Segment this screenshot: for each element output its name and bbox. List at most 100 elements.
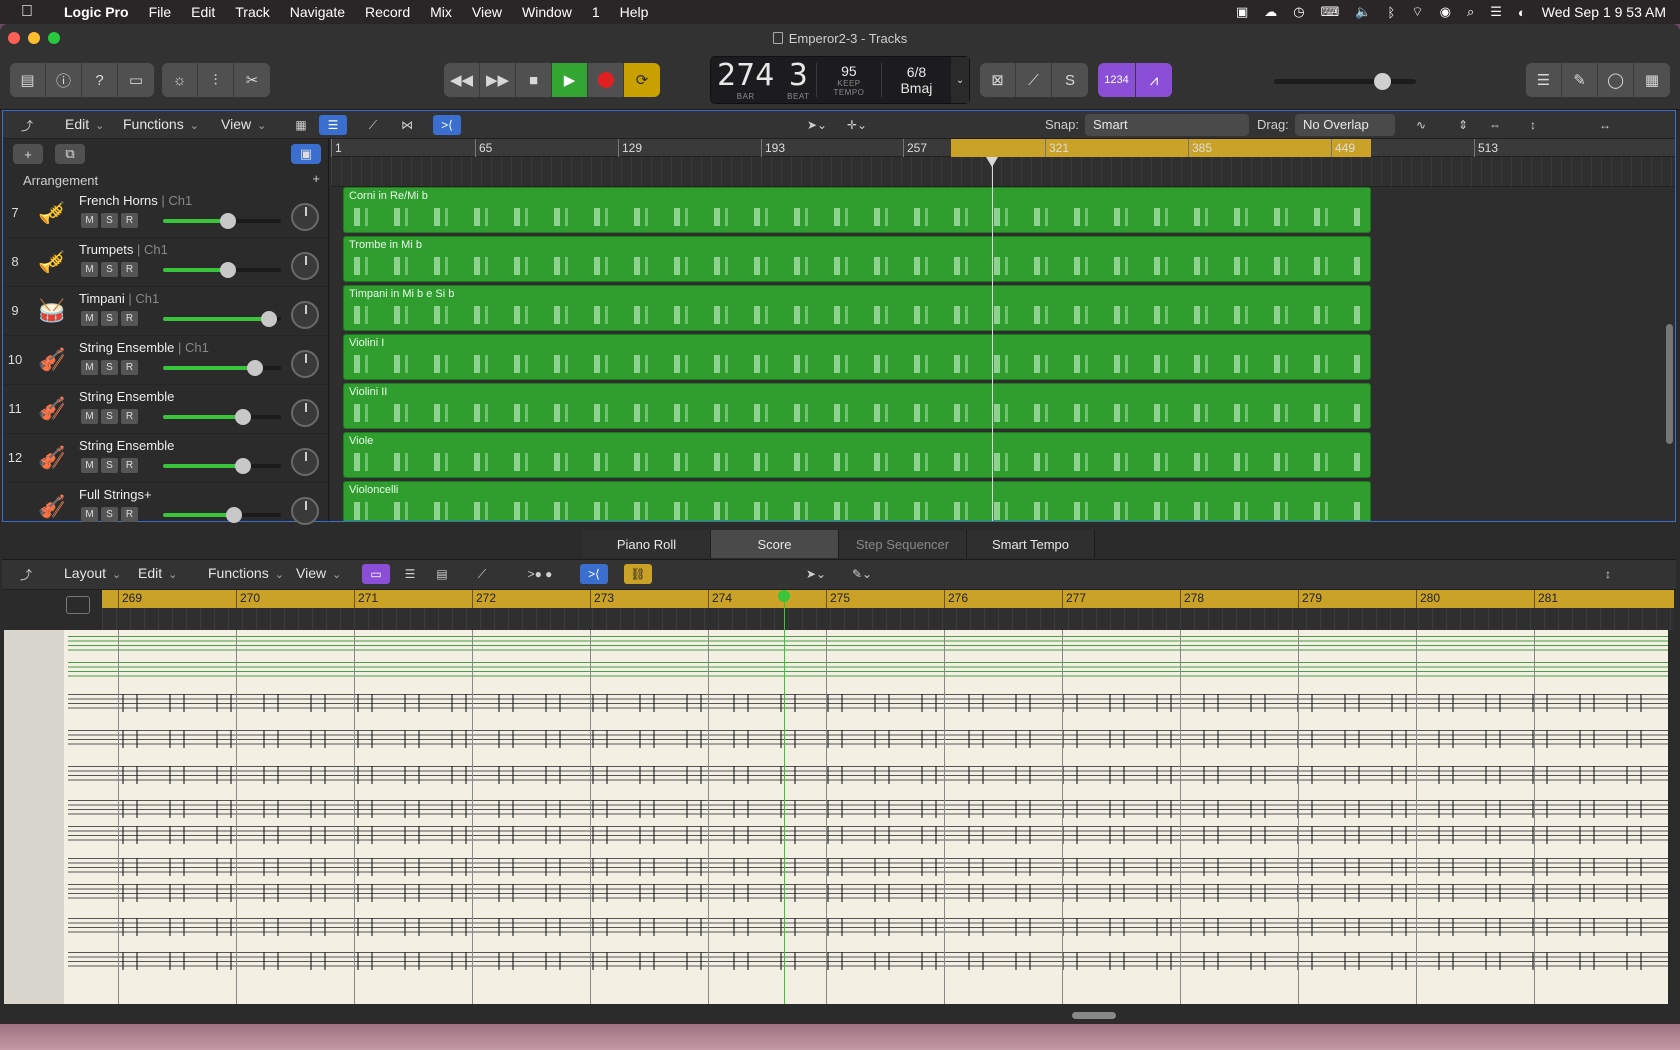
track-name[interactable]: Full Strings+ — [79, 487, 152, 502]
smart-controls-icon[interactable]: ☼ — [162, 63, 198, 97]
midi-region[interactable]: Timpani in Mi b e Si b — [343, 285, 1371, 331]
midi-region[interactable]: Corni in Re/Mi b — [343, 187, 1371, 233]
tracks-functions-menu[interactable]: Functions — [113, 116, 213, 132]
menu-mix[interactable]: Mix — [420, 4, 462, 20]
volume-slider[interactable] — [163, 311, 281, 327]
solo-button[interactable]: S — [101, 409, 118, 424]
list-editors-icon[interactable]: ☰ — [1526, 63, 1562, 97]
tab-smart-tempo[interactable]: Smart Tempo — [967, 530, 1095, 558]
close-window-button[interactable] — [8, 32, 20, 44]
bar-ruler[interactable]: 1 65 129 193 257 321 385 449 513 — [331, 139, 1675, 157]
pan-knob[interactable] — [291, 448, 319, 476]
wrapped-view-icon[interactable]: ▤ — [428, 564, 456, 584]
staff-notes[interactable] — [104, 858, 1664, 876]
track-name[interactable]: String Ensemble — [79, 438, 174, 453]
minimize-window-button[interactable] — [28, 32, 40, 44]
menubar-clock[interactable]: Wed Sep 1 9 53 AM — [1534, 4, 1666, 20]
instrument-icon[interactable]: 🥁 — [33, 293, 71, 329]
mute-button[interactable]: M — [81, 311, 98, 326]
track-header[interactable]: 🎻 Full Strings+ M S R — [3, 483, 328, 532]
fullscreen-window-button[interactable] — [48, 32, 60, 44]
midi-region[interactable]: Trombe in Mi b — [343, 236, 1371, 282]
mute-button[interactable]: M — [81, 409, 98, 424]
pointer-tool-icon[interactable]: ➤⌄ — [803, 115, 831, 135]
editor-pointer-tool-icon[interactable]: ➤⌄ — [802, 564, 830, 584]
tab-piano-roll[interactable]: Piano Roll — [583, 530, 711, 558]
staff[interactable] — [68, 636, 1668, 654]
stop-button[interactable]: ■ — [516, 63, 552, 97]
volume-slider[interactable] — [163, 360, 281, 376]
instrument-icon[interactable]: 🎻 — [33, 342, 71, 378]
volume-slider[interactable] — [163, 507, 281, 523]
mute-button[interactable]: M — [81, 360, 98, 375]
screen-icon[interactable]: ▣ — [1228, 4, 1256, 20]
vertical-zoom-slider[interactable]: ↕ — [1519, 115, 1547, 135]
track-header[interactable]: 8 🎺 Trumpets | Ch1 M S R — [3, 238, 328, 287]
solo-button[interactable]: S — [101, 507, 118, 522]
staff-notes[interactable] — [104, 884, 1664, 902]
record-enable-button[interactable]: R — [121, 458, 138, 473]
layout-menu[interactable]: Layout — [54, 565, 135, 581]
solo-button[interactable]: S — [101, 213, 118, 228]
lcd-menu-chevron-icon[interactable]: ⌄ — [956, 75, 964, 86]
note-pad-icon[interactable]: ✎ — [1562, 63, 1598, 97]
volume-knob[interactable] — [219, 213, 236, 229]
pan-knob[interactable] — [291, 350, 319, 378]
pan-knob[interactable] — [291, 252, 319, 280]
menu-navigate[interactable]: Navigate — [280, 4, 355, 20]
playhead[interactable] — [992, 157, 993, 521]
volume-slider[interactable] — [163, 262, 281, 278]
menu-track[interactable]: Track — [225, 4, 279, 20]
instrument-icon[interactable]: 🎺 — [33, 244, 71, 280]
instrument-icon[interactable]: 🎻 — [33, 489, 71, 525]
volume-knob[interactable] — [235, 458, 252, 474]
volume-knob[interactable] — [235, 409, 252, 425]
catch-playhead-icon[interactable]: >⟨ — [433, 115, 461, 135]
record-enable-button[interactable]: R — [121, 507, 138, 522]
solo-icon[interactable]: S — [1052, 63, 1088, 97]
tracks-view-menu[interactable]: View — [211, 116, 280, 132]
volume-icon[interactable]: 🔈 — [1347, 4, 1379, 20]
score-sub-ruler[interactable] — [102, 608, 1674, 630]
editor-edit-menu[interactable]: Edit — [128, 565, 191, 581]
vertical-fit-icon[interactable]: ⇕ — [1449, 115, 1477, 135]
control-center-icon[interactable]: ☰ — [1482, 4, 1510, 20]
replace-icon[interactable]: ⊠ — [980, 63, 1016, 97]
editor-automation-icon[interactable]: ⟋ — [468, 564, 496, 584]
page-view-icon[interactable]: ☰ — [396, 564, 424, 584]
volume-slider[interactable] — [163, 213, 281, 229]
marker-lane[interactable] — [331, 157, 1675, 187]
inspector-icon[interactable]: ⓘ — [46, 63, 82, 97]
menu-record[interactable]: Record — [355, 4, 420, 20]
solo-button[interactable]: S — [101, 262, 118, 277]
score-filter-icon[interactable] — [66, 596, 90, 614]
browsers-icon[interactable]: ▦ — [1634, 63, 1670, 97]
pan-knob[interactable] — [291, 203, 319, 231]
master-volume-slider[interactable] — [1274, 73, 1416, 90]
bluetooth-icon[interactable]: ᛒ — [1380, 5, 1404, 20]
staff-notes[interactable] — [104, 918, 1664, 936]
tab-step-sequencer[interactable]: Step Sequencer — [839, 530, 967, 558]
arrange-vertical-scrollbar[interactable] — [1666, 324, 1673, 444]
record-enable-button[interactable]: R — [121, 409, 138, 424]
midi-region[interactable]: Violini II — [343, 383, 1371, 429]
cloud-icon[interactable]: ☁ — [1256, 4, 1285, 20]
mixer-icon[interactable]: ⫶ — [198, 63, 234, 97]
menu-file[interactable]: File — [139, 4, 182, 20]
midi-region[interactable]: Violini I — [343, 334, 1371, 380]
menu-1[interactable]: 1 — [582, 4, 610, 20]
staff-notes[interactable] — [104, 800, 1664, 818]
staff-notes[interactable] — [104, 766, 1664, 784]
horizontal-scrollbar[interactable] — [1072, 1012, 1116, 1019]
tuner-icon[interactable]: ⟋ — [1016, 63, 1052, 97]
mute-button[interactable]: M — [81, 507, 98, 522]
flex-icon[interactable]: ⋈ — [393, 115, 421, 135]
menu-app-name[interactable]: Logic Pro — [54, 4, 139, 20]
solo-button[interactable]: S — [101, 360, 118, 375]
add-arrangement-icon[interactable]: + — [312, 171, 320, 186]
staff[interactable] — [68, 662, 1668, 680]
toolbar-icon[interactable]: ▭ — [118, 63, 154, 97]
staff-notes[interactable] — [104, 694, 1664, 712]
search-icon[interactable]: ⌕ — [1459, 4, 1482, 20]
quick-help-icon[interactable]: ? — [82, 63, 118, 97]
